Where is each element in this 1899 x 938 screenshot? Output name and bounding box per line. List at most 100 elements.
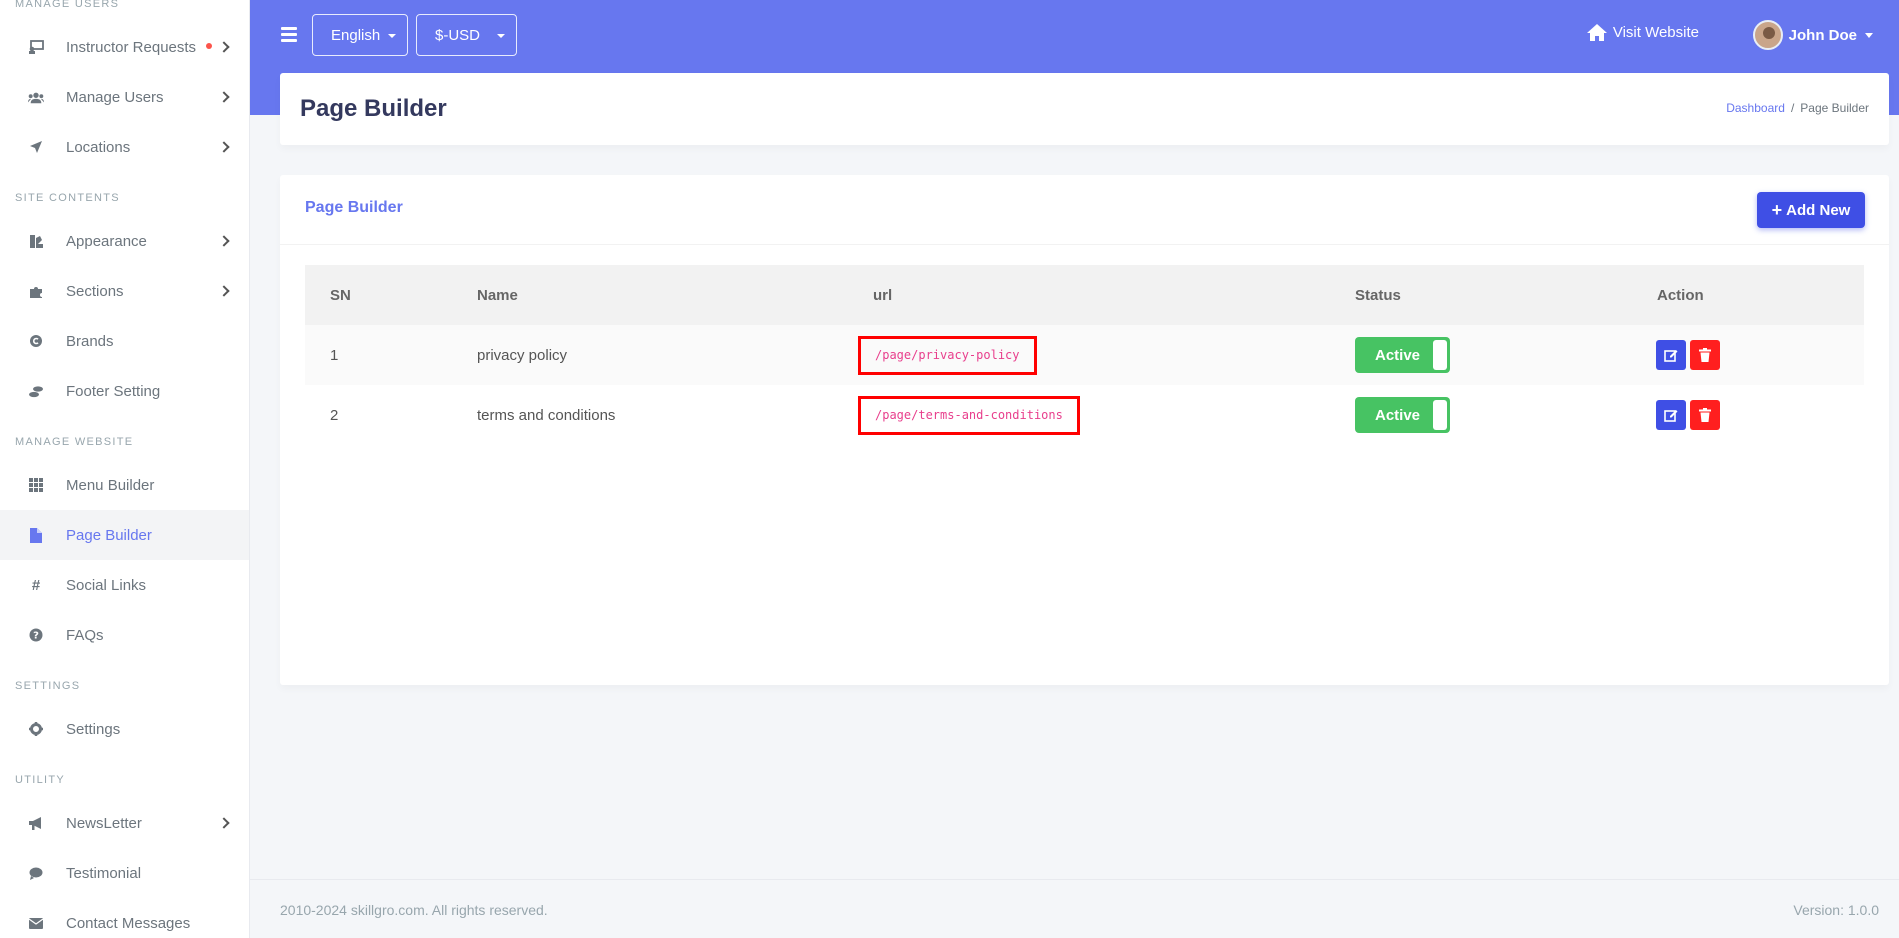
sidebar-item-sections[interactable]: Sections [0, 266, 249, 316]
sidebar-item-testimonial[interactable]: Testimonial [0, 848, 249, 898]
location-arrow-icon [28, 139, 44, 155]
section-utility: UTILITY [15, 774, 66, 786]
col-header-action: Action [1657, 286, 1704, 304]
sidebar-item-appearance[interactable]: Appearance [0, 216, 249, 266]
sidebar-item-label: Instructor Requests [66, 38, 197, 56]
card-title: Page Builder [305, 199, 403, 216]
status-toggle-label: Active [1375, 346, 1421, 364]
chalkboard-user-icon [28, 39, 44, 55]
add-new-label: Add New [1786, 201, 1851, 219]
toggle-knob [1433, 340, 1447, 370]
sidebar-item-settings[interactable]: Settings [0, 704, 249, 754]
edit-button[interactable] [1656, 340, 1686, 370]
cell-url[interactable]: /page/privacy-policy [858, 335, 1037, 375]
sidebar-item-label: Sections [66, 282, 124, 300]
sidebar-item-label: Testimonial [66, 864, 142, 882]
comment-icon [28, 865, 44, 881]
sidebar-item-social-links[interactable]: # Social Links [0, 560, 249, 610]
language-select[interactable]: English [312, 14, 408, 56]
status-toggle[interactable]: Active [1355, 397, 1450, 433]
section-site-contents: SITE CONTENTS [15, 192, 120, 204]
sidebar: MANAGE USERS Instructor Requests Manage … [0, 0, 250, 938]
sidebar-item-faqs[interactable]: ? FAQs [0, 610, 249, 660]
sidebar-item-label: Footer Setting [66, 382, 161, 400]
sidebar-item-manage-users[interactable]: Manage Users [0, 72, 249, 122]
sidebar-item-instructor-requests[interactable]: Instructor Requests [0, 22, 249, 72]
edit-icon [1664, 410, 1678, 422]
cog-icon [28, 721, 44, 737]
section-header: Page Builder Dashboard / Page Builder [280, 73, 1889, 145]
chevron-right-icon [218, 141, 230, 153]
breadcrumb-separator: / [1790, 101, 1795, 115]
language-select-value: English [331, 26, 381, 44]
col-header-status: Status [1355, 286, 1401, 304]
sidebar-item-label: Locations [66, 138, 131, 156]
chevron-right-icon [218, 285, 230, 297]
svg-text:?: ? [33, 631, 39, 642]
th-grid-icon [28, 477, 44, 493]
sidebar-item-brands[interactable]: Brands [0, 316, 249, 366]
user-name: John Doe [1788, 26, 1857, 44]
col-header-url: url [873, 286, 893, 304]
notification-dot [206, 43, 212, 49]
swatchbook-icon [28, 233, 44, 249]
sidebar-item-label: Brands [66, 332, 114, 350]
caret-down-icon [497, 34, 505, 38]
breadcrumb: Dashboard / Page Builder [1726, 101, 1869, 115]
user-menu[interactable]: John Doe [1752, 20, 1873, 50]
status-toggle[interactable]: Active [1355, 337, 1450, 373]
section-settings: SETTINGS [15, 680, 81, 692]
sidebar-item-label: NewsLetter [66, 814, 142, 832]
hashtag-icon: # [31, 576, 41, 594]
envelope-icon [28, 915, 44, 931]
caret-down-icon [1865, 32, 1873, 38]
visit-website-label: Visit Website [1612, 24, 1699, 41]
section-manage-users: MANAGE USERS [15, 0, 120, 10]
table-row: 1 privacy policy /page/privacy-policy Ac… [305, 325, 1864, 385]
hamburger-menu-icon[interactable] [281, 27, 297, 42]
cell-sn: 2 [330, 406, 339, 424]
edit-button[interactable] [1656, 400, 1686, 430]
currency-select[interactable]: $-USD [416, 14, 517, 56]
users-icon [28, 89, 44, 105]
sidebar-item-label: Settings [66, 720, 121, 738]
sidebar-item-page-builder[interactable]: Page Builder [0, 510, 249, 560]
page-title: Page Builder [300, 95, 447, 122]
col-header-sn: SN [330, 286, 351, 304]
chevron-right-icon [218, 817, 230, 829]
home-icon [1586, 24, 1607, 41]
cell-url[interactable]: /page/terms-and-conditions [858, 395, 1080, 435]
card-divider [280, 244, 1889, 245]
chevron-right-icon [218, 91, 230, 103]
sidebar-item-newsletter[interactable]: NewsLetter [0, 798, 249, 848]
footer: 2010-2024 skillgro.com. All rights reser… [250, 879, 1899, 938]
sidebar-item-menu-builder[interactable]: Menu Builder [0, 460, 249, 510]
plus-icon: + [1771, 200, 1783, 220]
visit-website-link[interactable]: Visit Website [1586, 24, 1699, 41]
sidebar-item-label: FAQs [66, 626, 104, 644]
delete-button[interactable] [1690, 400, 1720, 430]
pages-table: SN Name url Status Action 1 privacy poli… [305, 265, 1864, 445]
cell-name: privacy policy [477, 346, 568, 364]
add-new-button[interactable]: + Add New [1757, 192, 1865, 228]
sidebar-item-label: Page Builder [66, 526, 152, 544]
sidebar-item-label: Social Links [66, 576, 147, 594]
file-icon [28, 527, 44, 543]
breadcrumb-dashboard-link[interactable]: Dashboard [1726, 101, 1785, 115]
footer-version: Version: 1.0.0 [1793, 902, 1879, 918]
sidebar-item-footer-setting[interactable]: Footer Setting [0, 366, 249, 416]
sidebar-item-contact-messages[interactable]: Contact Messages [0, 898, 249, 938]
footer-copyright: 2010-2024 skillgro.com. All rights reser… [280, 902, 548, 918]
sidebar-item-label: Menu Builder [66, 476, 155, 494]
section-manage-website: MANAGE WEBSITE [15, 436, 134, 448]
caret-down-icon [388, 34, 396, 38]
delete-button[interactable] [1690, 340, 1720, 370]
question-circle-icon: ? [28, 627, 44, 643]
status-toggle-label: Active [1375, 406, 1421, 424]
table-row: 2 terms and conditions /page/terms-and-c… [305, 385, 1864, 445]
currency-select-value: $-USD [435, 26, 481, 44]
trash-icon [1699, 408, 1711, 422]
copyright-icon [28, 333, 44, 349]
chevron-right-icon [218, 235, 230, 247]
sidebar-item-locations[interactable]: Locations [0, 122, 249, 172]
